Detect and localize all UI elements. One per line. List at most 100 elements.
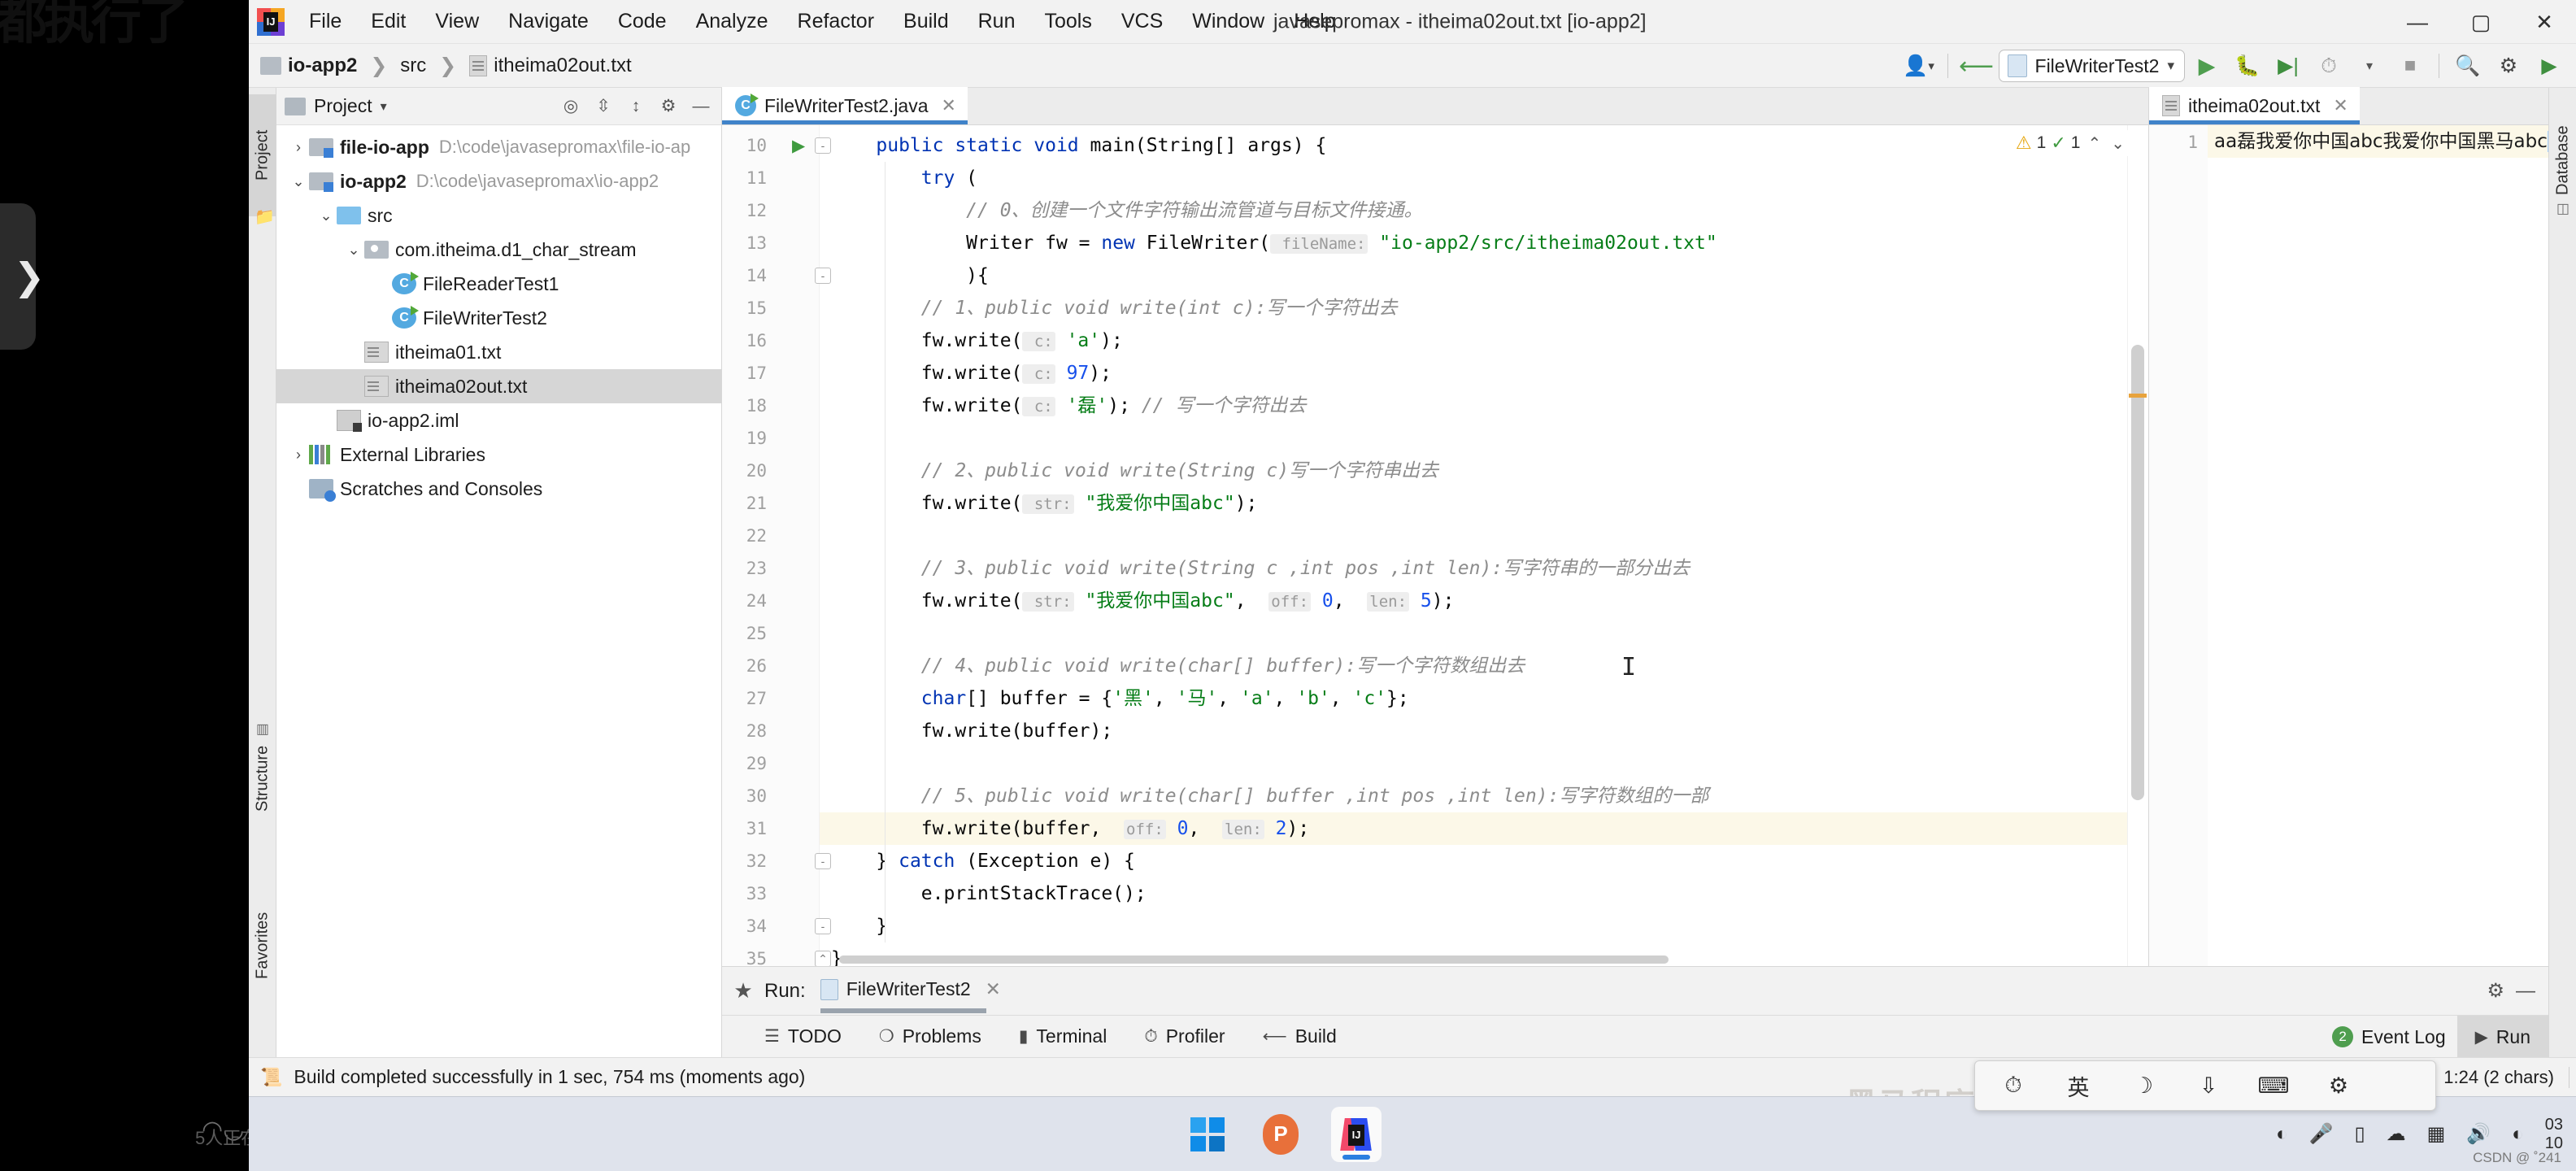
tool-window-profiler[interactable]: ⏱ Profiler <box>1138 1022 1231 1051</box>
scrollbar-thumb[interactable] <box>839 956 1669 964</box>
tree-row[interactable]: ⌄ io-app2 D:\code\javasepromax\io-app2 <box>276 164 721 198</box>
gear-icon[interactable]: ⚙ <box>2487 979 2504 1003</box>
user-icon[interactable]: 👤 ▾ <box>1900 47 1938 85</box>
gear-icon[interactable]: ⚙ <box>2490 47 2527 85</box>
tree-row[interactable]: › file-io-app D:\code\javasepromax\file-io… <box>276 130 721 164</box>
menu-view[interactable]: View <box>420 7 494 37</box>
ime-status-icon[interactable]: ⏱ <box>1995 1073 2032 1099</box>
tree-row[interactable]: ⌄ src <box>276 198 721 233</box>
tree-row[interactable]: itheima01.txt <box>276 335 721 369</box>
cloud-icon[interactable]: ☁ <box>2387 1122 2406 1146</box>
ime-moon-icon[interactable]: ☽ <box>2125 1073 2162 1099</box>
run-gutter-icon[interactable]: ▶ <box>792 136 805 156</box>
menu-code[interactable]: Code <box>603 7 681 37</box>
wifi-icon[interactable]: ◐ <box>2512 1123 2524 1146</box>
menu-analyze[interactable]: Analyze <box>681 7 783 37</box>
sidebar-item-database[interactable]: ◫ Database <box>2549 94 2576 249</box>
tree-row[interactable]: ⌄ com.itheima.d1_char_stream <box>276 233 721 267</box>
chevron-down-icon[interactable]: ⌄ <box>288 173 309 190</box>
close-icon[interactable]: ✕ <box>986 978 1001 1000</box>
tool-window-build[interactable]: ⟵ Build <box>1256 1022 1343 1051</box>
chevron-right-icon[interactable]: › <box>288 446 309 464</box>
run-icon[interactable]: ▶ <box>2188 47 2226 85</box>
menu-window[interactable]: Window <box>1177 7 1279 37</box>
project-panel-title[interactable]: Project ▾ <box>285 95 387 117</box>
editor-horizontal-scrollbar[interactable] <box>820 953 2127 966</box>
tab-filewritertest2-java[interactable]: C FileWriterTest2.java ✕ <box>722 87 968 124</box>
locate-icon[interactable]: ◎ <box>555 91 586 122</box>
run-with-coverage-icon[interactable]: ▶| <box>2269 47 2307 85</box>
close-icon[interactable]: ✕ <box>2333 95 2348 116</box>
previous-problem-icon[interactable]: ⌃ <box>2085 133 2104 154</box>
debug-icon[interactable]: 🐛 <box>2229 47 2266 85</box>
sidebar-item-favorites[interactable]: Favorites <box>249 868 276 1023</box>
breadcrumb-item-module[interactable]: io-app2 <box>255 53 362 79</box>
collapse-all-icon[interactable]: ↕ <box>620 91 651 122</box>
menu-file[interactable]: File <box>294 7 356 37</box>
minimize-button[interactable]: — <box>2386 0 2449 44</box>
taskbar-clock[interactable]: 03 10 <box>2545 1116 2563 1153</box>
menu-navigate[interactable]: Navigate <box>494 7 603 37</box>
text-content[interactable]: aa磊我爱你中国abc我爱你中国黑马abc黑马 <box>2208 125 2548 966</box>
run-configuration-selector[interactable]: FileWriterTest2 ▾ <box>1998 50 2185 82</box>
ime-language-label[interactable]: 英 <box>2060 1070 2097 1102</box>
line-number-gutter[interactable]: 10 ▶ -11 12 13 14-15 16 17 18 19 20 21 22 23 24 25 26 27 2… <box>722 125 831 966</box>
sidebar-item-structure[interactable]: Structure ▥ <box>249 690 276 844</box>
chevron-right-icon[interactable]: › <box>288 139 309 156</box>
stop-icon[interactable]: ■ <box>2391 47 2429 85</box>
menu-build[interactable]: Build <box>889 7 964 37</box>
menu-refactor[interactable]: Refactor <box>783 7 889 37</box>
intellij-idea-icon[interactable]: IJ <box>1331 1106 1382 1162</box>
volume-icon[interactable]: 🔊 <box>2466 1122 2491 1146</box>
hide-icon[interactable]: — <box>2516 980 2535 1003</box>
chevron-down-icon[interactable]: ⌄ <box>315 207 337 224</box>
gear-icon[interactable]: ⚙ <box>653 91 684 122</box>
tree-row[interactable]: C FileReaderTest1 <box>276 267 721 301</box>
tree-row[interactable]: itheima02out.txt <box>276 369 721 403</box>
updates-icon[interactable]: ▶ <box>2530 47 2568 85</box>
caret-position[interactable]: 1:24 (2 chars) <box>2443 1067 2554 1088</box>
breadcrumb-item-src[interactable]: src <box>395 53 431 79</box>
chevron-down-icon[interactable]: ▾ <box>381 98 387 115</box>
editor-vertical-scrollbar[interactable] <box>2127 125 2148 966</box>
chevron-down-icon[interactable]: ⌄ <box>343 242 364 259</box>
gear-icon[interactable]: ⚙ <box>2320 1073 2357 1099</box>
mic-icon[interactable]: 🎤 <box>2309 1122 2334 1146</box>
tree-row[interactable]: C FileWriterTest2 <box>276 301 721 335</box>
menu-vcs[interactable]: VCS <box>1107 7 1177 37</box>
keyboard-icon[interactable]: ⌨ <box>2255 1073 2292 1099</box>
run-tab-filewritertest2[interactable]: FileWriterTest2 ✕ <box>820 978 1001 1013</box>
next-problem-icon[interactable]: ⌄ <box>2108 133 2127 154</box>
powerpoint-icon[interactable]: P <box>1258 1112 1303 1157</box>
menu-run[interactable]: Run <box>964 7 1030 37</box>
tree-row[interactable]: › External Libraries <box>276 437 721 472</box>
inspection-widget[interactable]: ⚠ 1 ✓ 1 ⌃ ⌄ <box>2012 130 2130 156</box>
close-icon[interactable]: ✕ <box>942 95 956 116</box>
tab-itheima02out-txt[interactable]: itheima02out.txt ✕ <box>2149 87 2360 124</box>
code-text[interactable]: public static void main(String[] args) {… <box>820 125 2148 966</box>
chart-icon[interactable]: ◐ <box>2276 1123 2288 1146</box>
tree-row[interactable]: io-app2.iml <box>276 403 721 437</box>
tree-row[interactable]: Scratches and Consoles <box>276 472 721 506</box>
ime-input-icon[interactable]: ⇩ <box>2190 1073 2227 1099</box>
sidebar-item-project[interactable]: Project <box>249 94 276 216</box>
menu-tools[interactable]: Tools <box>1029 7 1106 37</box>
chevron-down-icon[interactable]: ▾ <box>2351 47 2388 85</box>
battery-icon[interactable]: ▦ <box>2427 1122 2446 1146</box>
scrollbar-thumb[interactable] <box>2131 345 2144 800</box>
tool-window-problems[interactable]: ❍ Problems <box>872 1022 988 1051</box>
hide-icon[interactable]: — <box>685 91 716 122</box>
tool-window-todo[interactable]: ☰ TODO <box>758 1022 848 1051</box>
close-button[interactable]: ✕ <box>2513 0 2576 44</box>
tool-window-terminal[interactable]: ▮ Terminal <box>1012 1022 1113 1051</box>
tool-window-run[interactable]: ▶ Run <box>2456 1016 2548 1058</box>
expand-all-icon[interactable]: ⇳ <box>588 91 619 122</box>
overlay-chevron-icon[interactable]: ❯ <box>11 228 47 325</box>
favorites-star-icon[interactable]: ★ <box>722 978 764 1003</box>
build-hammer-icon[interactable]: ⟵ <box>1958 47 1995 85</box>
maximize-button[interactable]: ▢ <box>2449 0 2513 44</box>
windows-start-icon[interactable] <box>1185 1112 1230 1157</box>
menu-edit[interactable]: Edit <box>356 7 420 37</box>
error-stripe-mark[interactable] <box>2129 394 2147 398</box>
profiler-icon[interactable]: ⏱ <box>2310 47 2348 85</box>
